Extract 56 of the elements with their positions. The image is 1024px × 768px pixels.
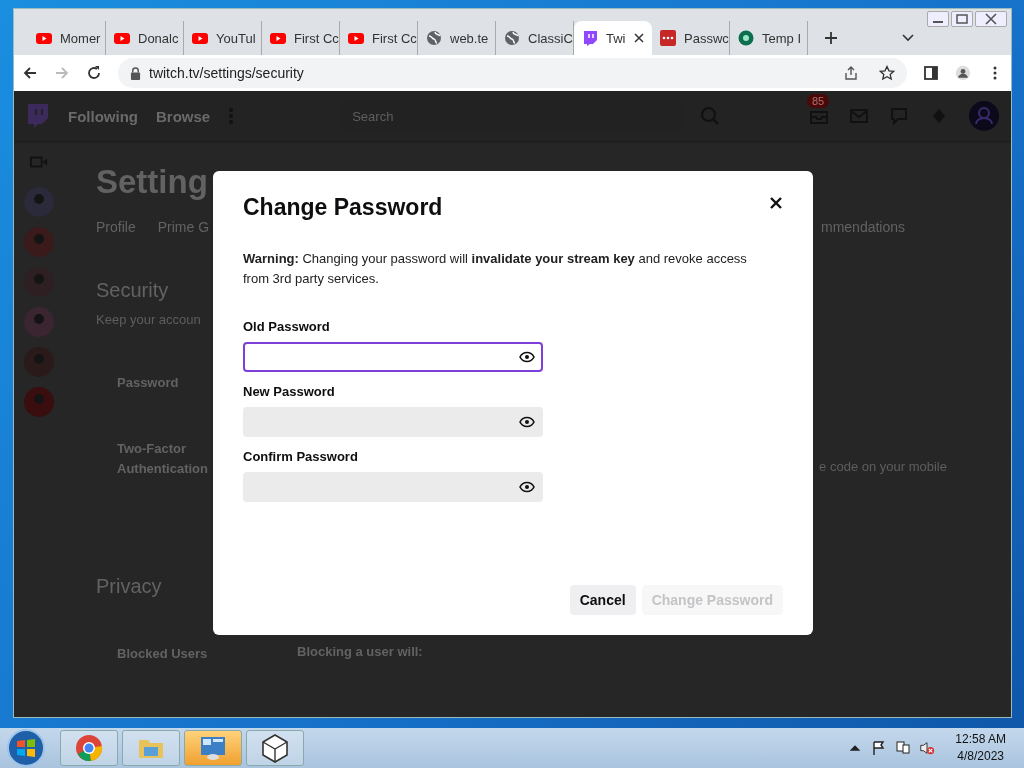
eye-icon[interactable] [519, 481, 535, 493]
password-field[interactable] [243, 407, 543, 437]
section-title: Privacy [96, 575, 162, 598]
video-play-icon [270, 30, 286, 46]
chat-bubble-icon [582, 30, 598, 46]
circle-logo-icon [738, 30, 754, 46]
back-arrow-icon[interactable] [22, 65, 38, 81]
page-title: Setting [96, 163, 208, 201]
password-field[interactable] [243, 472, 543, 502]
notification-badge: 85 [807, 94, 830, 108]
field-label: Old Password [243, 319, 331, 334]
reload-icon[interactable] [86, 65, 102, 81]
warning-text: Warning: Changing your password will invalidate your stream key and revoke access from 3rd party services. [243, 250, 748, 288]
browser-logo-icon [74, 733, 104, 763]
address-bar[interactable]: twitch.tv/settings/security [118, 58, 907, 88]
chevron-down-icon[interactable] [902, 34, 914, 42]
start-orb-icon[interactable] [6, 728, 46, 768]
side-panel-icon[interactable] [923, 65, 939, 81]
setting-label: Blocked Users [117, 645, 209, 663]
eye-icon[interactable] [519, 416, 535, 428]
dots-icon [660, 30, 676, 46]
close-icon[interactable] [975, 11, 1007, 27]
taskbar-button[interactable] [246, 730, 304, 766]
close-icon[interactable] [634, 33, 644, 43]
speaker-muted-icon[interactable] [919, 740, 936, 756]
share-icon[interactable] [843, 65, 859, 81]
clock-time[interactable]: 12:58 AM [955, 731, 1006, 748]
star-icon[interactable] [879, 65, 895, 81]
field-label: Confirm Password [243, 449, 359, 464]
plus-icon[interactable] [824, 31, 838, 45]
video-play-icon [192, 30, 208, 46]
globe-icon [426, 30, 442, 46]
cancel-button[interactable]: Cancel [569, 585, 636, 615]
section-title: Security [96, 279, 169, 302]
browser-tab[interactable]: Twi [574, 21, 652, 55]
field-label: New Password [243, 384, 336, 399]
lock-icon [130, 66, 141, 80]
clock-date[interactable]: 4/8/2023 [957, 748, 1004, 765]
setting-description: e code on your mobile [819, 458, 947, 476]
network-icon[interactable] [895, 740, 912, 756]
eye-icon[interactable] [519, 351, 535, 363]
video-play-icon [36, 30, 52, 46]
profile-avatar-icon[interactable] [955, 65, 971, 81]
maximize-icon[interactable] [951, 11, 973, 27]
password-field[interactable] [243, 342, 543, 372]
setting-description: Blocking a user will: [297, 644, 423, 661]
close-icon[interactable] [769, 196, 783, 210]
setting-label: Password [117, 374, 180, 392]
video-play-icon [348, 30, 364, 46]
video-play-icon [114, 30, 130, 46]
minimize-icon[interactable] [927, 11, 949, 27]
section-subtitle: Keep your accoun [96, 312, 201, 327]
setting-label: Two-Factor Authentication [117, 440, 209, 478]
globe-icon [504, 30, 520, 46]
cube-icon [260, 733, 290, 763]
dialog-title: Change Password [243, 194, 443, 221]
